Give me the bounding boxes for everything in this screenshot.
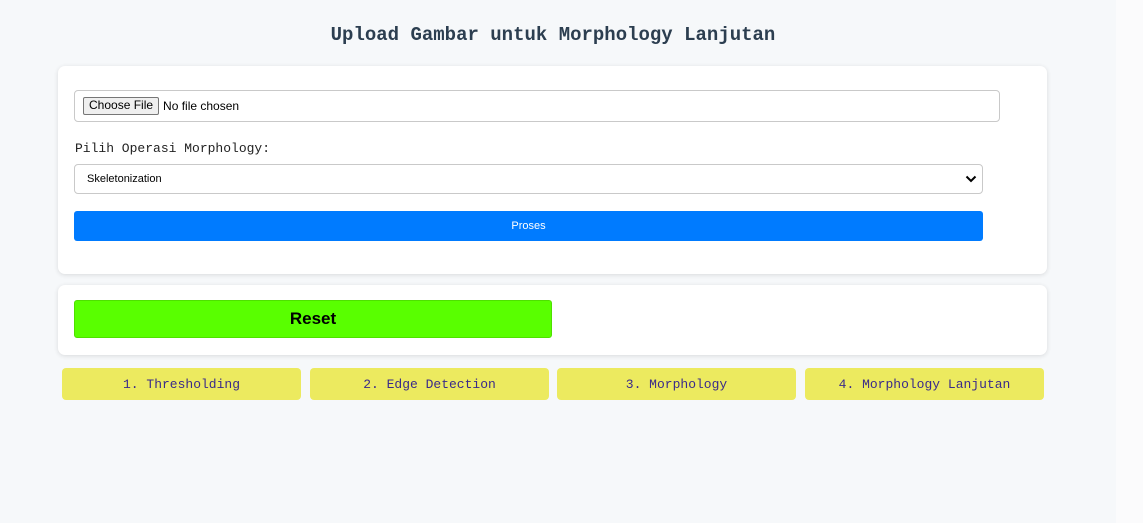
nav-morphology-button[interactable]: 3. Morphology <box>557 368 796 400</box>
reset-button[interactable]: Reset <box>74 300 552 338</box>
choose-file-button[interactable]: Choose File <box>83 97 160 115</box>
page-edge <box>1116 0 1143 523</box>
nav-edge-detection-button[interactable]: 2. Edge Detection <box>310 368 549 400</box>
page-title: Upload Gambar untuk Morphology Lanjutan <box>330 24 776 46</box>
operation-select[interactable]: Skeletonization <box>74 164 983 194</box>
reset-card: Reset <box>58 285 1047 355</box>
proses-button[interactable]: Proses <box>74 211 983 241</box>
file-status-text: No file chosen <box>163 99 240 113</box>
upload-form-card: Choose File No file chosen Pilih Operasi… <box>58 66 1047 274</box>
operation-selected-value: Skeletonization <box>87 173 162 185</box>
file-input[interactable]: Choose File No file chosen <box>74 90 1000 122</box>
chevron-down-icon <box>962 164 980 194</box>
nav-thresholding-button[interactable]: 1. Thresholding <box>62 368 301 400</box>
operation-label: Pilih Operasi Morphology: <box>75 141 271 156</box>
nav-morphology-lanjutan-button[interactable]: 4. Morphology Lanjutan <box>805 368 1044 400</box>
